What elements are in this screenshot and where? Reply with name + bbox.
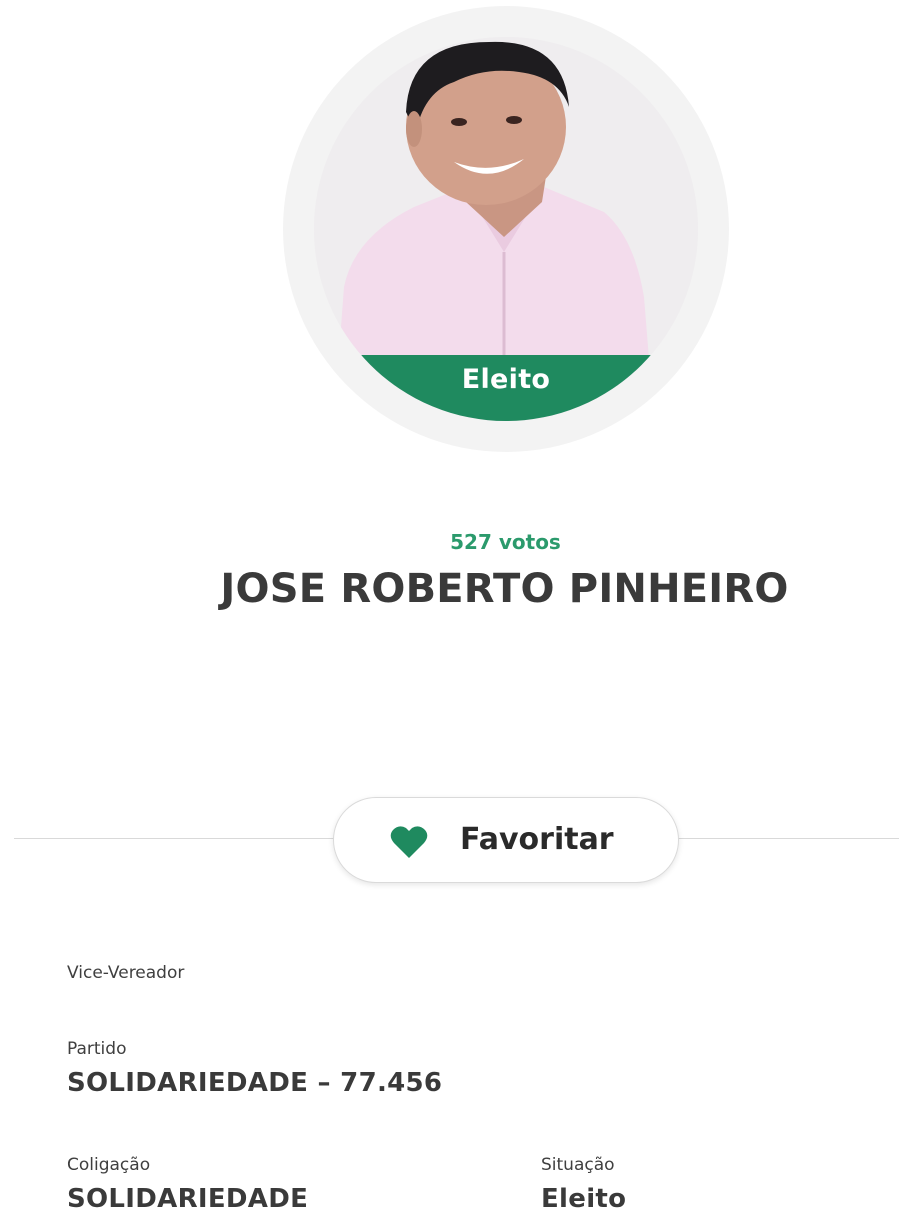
vote-count: 527 votos [450,530,561,554]
favorite-button-label: Favoritar [460,822,614,857]
candidate-photo: Eleito [314,37,698,421]
role-text: Vice-Vereador [67,963,185,983]
heart-icon [390,826,428,858]
situation-label: Situação [541,1155,615,1175]
coalition-label: Coligação [67,1155,151,1175]
party-value: SOLIDARIEDADE – 77.456 [67,1068,443,1098]
situation-value: Eleito [541,1184,627,1214]
status-badge-label: Eleito [461,364,551,395]
party-label: Partido [67,1039,127,1059]
status-badge: Eleito [314,355,698,421]
coalition-value: SOLIDARIEDADE [67,1184,309,1214]
favorite-button[interactable]: Favoritar [333,797,679,883]
candidate-name: JOSE ROBERTO PINHEIRO [220,566,789,612]
